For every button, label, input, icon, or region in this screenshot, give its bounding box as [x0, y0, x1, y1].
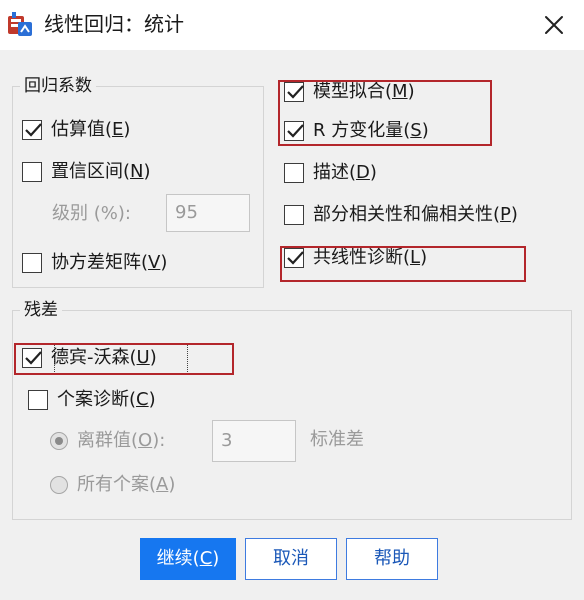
estimates-checkbox[interactable]: 估算值(E) — [22, 117, 130, 143]
all-cases-label: 所有个案(A) — [77, 474, 176, 495]
outliers-radio[interactable]: 离群值(O): — [50, 428, 165, 454]
radio-selected-icon — [50, 432, 68, 450]
casewise-diagnostics-checkbox[interactable]: 个案诊断(C) — [28, 387, 156, 413]
window-title: 线性回归：统计 — [44, 12, 184, 36]
cancel-button[interactable]: 取消 — [245, 538, 337, 580]
confidence-intervals-label: 置信区间(N) — [51, 161, 151, 182]
part-partial-correlations-label: 部分相关性和偏相关性(P) — [313, 204, 518, 225]
descriptives-checkbox[interactable]: 描述(D) — [284, 160, 377, 186]
highlight-box-durbin-watson — [14, 343, 234, 375]
close-icon[interactable] — [536, 8, 572, 42]
checkbox-box — [22, 162, 42, 182]
part-partial-correlations-checkbox[interactable]: 部分相关性和偏相关性(P) — [284, 202, 518, 228]
level-label: 级别 (%): — [52, 203, 131, 224]
regression-coefficients-title: 回归系数 — [20, 76, 96, 96]
confidence-intervals-checkbox[interactable]: 置信区间(N) — [22, 159, 151, 185]
estimates-label: 估算值(E) — [51, 119, 131, 140]
highlight-box-model-fit — [278, 80, 492, 146]
checkbox-box — [284, 163, 304, 183]
highlight-box-collinearity — [280, 246, 526, 282]
checkbox-box — [22, 120, 42, 140]
std-dev-unit-label: 标准差 — [310, 429, 364, 450]
title-bar: 线性回归：统计 — [0, 0, 584, 50]
spss-app-icon — [6, 10, 34, 38]
descriptives-label: 描述(D) — [313, 162, 377, 183]
outliers-std-dev-input[interactable]: 3 — [212, 420, 296, 462]
all-cases-radio[interactable]: 所有个案(A) — [50, 472, 175, 498]
casewise-diagnostics-label: 个案诊断(C) — [57, 389, 156, 410]
covariance-matrix-checkbox[interactable]: 协方差矩阵(V) — [22, 250, 167, 276]
radio-unselected-icon — [50, 476, 68, 494]
outliers-label: 离群值(O): — [77, 430, 166, 451]
checkbox-box — [28, 390, 48, 410]
continue-button[interactable]: 继续(C) — [140, 538, 236, 580]
level-input[interactable]: 95 — [166, 194, 250, 232]
checkbox-box — [284, 205, 304, 225]
linear-regression-statistics-dialog: 线性回归：统计 回归系数 估算值(E) 置信区间(N) 级别 (%): 95 协… — [0, 0, 584, 600]
covariance-matrix-label: 协方差矩阵(V) — [51, 252, 168, 273]
help-button[interactable]: 帮助 — [346, 538, 438, 580]
checkbox-box — [22, 253, 42, 273]
residuals-title: 残差 — [20, 300, 62, 320]
